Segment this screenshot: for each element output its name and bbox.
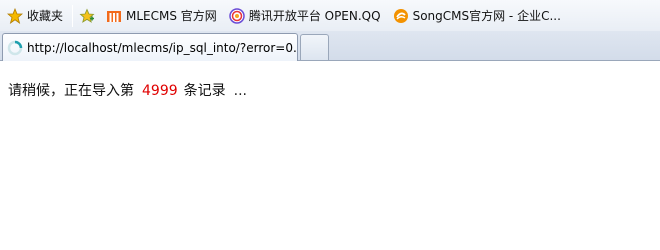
bookmark-label: MLECMS 官方网 — [126, 9, 217, 23]
star-icon — [6, 7, 24, 24]
page-content: 请稍候，正在导入第 4999 条记录... — [0, 62, 660, 250]
bookmark-label: 腾讯开放平台 OPEN.QQ — [248, 9, 381, 23]
tab-strip: http://localhost/mlecms/ip_sql_into/?err… — [0, 31, 660, 61]
status-prefix: 请稍候，正在导入第 — [8, 83, 134, 99]
favorites-label: 收藏夹 — [27, 9, 64, 23]
bookmark-label: SongCMS官方网 - 企业C... — [412, 9, 561, 23]
bookmark-tencent-open[interactable]: 腾讯开放平台 OPEN.QQ — [226, 5, 384, 27]
import-status: 请稍候，正在导入第 4999 条记录... — [8, 80, 247, 100]
favorites-divider — [72, 4, 74, 27]
add-favorite-button[interactable] — [77, 5, 101, 27]
loading-icon — [7, 40, 23, 56]
add-to-favorites-icon — [79, 8, 95, 24]
tencent-open-icon — [229, 7, 245, 24]
favorites-button[interactable]: 收藏夹 — [4, 5, 66, 27]
favorites-bar: 收藏夹 MLECMS 官方网 腾讯开放平台 OPEN.QQ SongCMS官方网… — [0, 0, 660, 31]
songcms-logo-icon — [393, 8, 409, 24]
bookmark-mlecms[interactable]: MLECMS 官方网 — [103, 5, 220, 27]
status-suffix: 条记录 — [183, 83, 226, 99]
mlecms-logo-icon — [106, 8, 122, 24]
record-count: 4999 — [142, 83, 178, 99]
tab-title: http://localhost/mlecms/ip_sql_into/?err… — [27, 40, 297, 55]
status-ellipsis: ... — [233, 83, 247, 99]
bookmark-songcms[interactable]: SongCMS官方网 - 企业C... — [390, 5, 564, 27]
tab-current[interactable]: http://localhost/mlecms/ip_sql_into/?err… — [2, 33, 298, 61]
new-tab-button[interactable] — [300, 34, 329, 60]
